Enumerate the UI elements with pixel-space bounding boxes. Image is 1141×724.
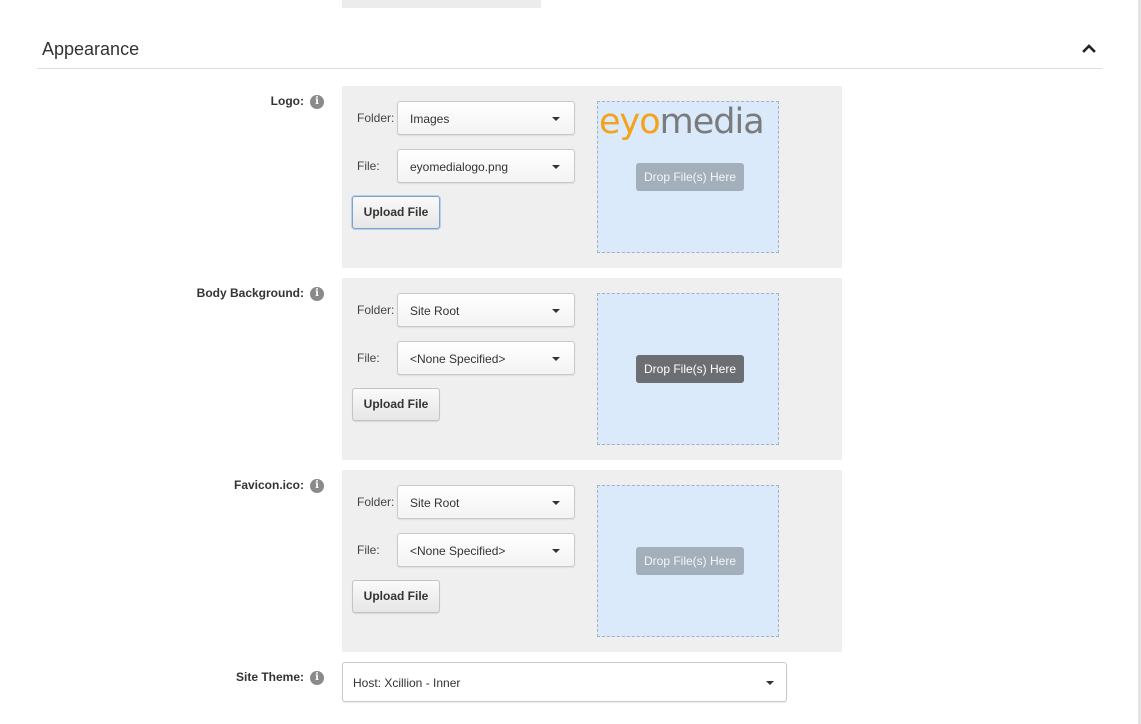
logo-folder-select[interactable]: Images: [397, 101, 575, 135]
favicon-file-select[interactable]: <None Specified>: [397, 533, 575, 567]
logo-file-label: File:: [357, 159, 380, 173]
favicon-folder-label: Folder:: [357, 495, 395, 509]
logo-upload-button[interactable]: Upload File: [352, 196, 440, 229]
favicon-file-value: <None Specified>: [410, 544, 506, 558]
favicon-folder-select[interactable]: Site Root: [397, 485, 575, 519]
favicon-folder-value: Site Root: [410, 496, 460, 510]
body-background-drop-files-button[interactable]: Drop File(s) Here: [636, 355, 744, 383]
logo-folder-value: Images: [410, 112, 450, 126]
logo-folder-label: Folder:: [357, 111, 395, 125]
body-background-dropzone[interactable]: Drop File(s) Here: [597, 293, 779, 445]
previous-field-stub: [342, 0, 541, 8]
logo-file-select[interactable]: eyomedialogo.png: [397, 149, 575, 183]
logo-panel: Folder: Images File: eyomedialogo.png Up…: [342, 86, 842, 268]
body-background-file-value: <None Specified>: [410, 352, 506, 366]
info-icon[interactable]: i: [310, 671, 324, 685]
info-icon[interactable]: i: [310, 479, 324, 493]
caret-down-icon: [552, 501, 560, 505]
chevron-up-icon[interactable]: [1082, 41, 1096, 55]
body-background-file-label: File:: [357, 351, 380, 365]
logo-label: Logo:: [270, 94, 304, 108]
caret-down-icon: [552, 309, 560, 313]
body-background-panel: Folder: Site Root File: <None Specified>…: [342, 278, 842, 460]
caret-down-icon: [552, 549, 560, 553]
favicon-dropzone[interactable]: Drop File(s) Here: [597, 485, 779, 637]
appearance-section-header[interactable]: Appearance: [37, 30, 1102, 69]
eyomedia-logo-preview: eyomedia: [599, 102, 765, 142]
body-background-folder-select[interactable]: Site Root: [397, 293, 575, 327]
caret-down-icon: [766, 681, 774, 685]
caret-down-icon: [552, 117, 560, 121]
favicon-upload-button[interactable]: Upload File: [352, 580, 440, 613]
info-icon[interactable]: i: [310, 287, 324, 301]
info-icon[interactable]: i: [310, 95, 324, 109]
body-background-folder-label: Folder:: [357, 303, 395, 317]
logo-file-value: eyomedialogo.png: [410, 160, 509, 174]
section-title: Appearance: [42, 39, 140, 59]
site-theme-select[interactable]: Host: Xcillion - Inner: [342, 662, 787, 702]
body-background-folder-value: Site Root: [410, 304, 460, 318]
site-theme-label: Site Theme:: [235, 670, 304, 684]
caret-down-icon: [552, 357, 560, 361]
logo-dropzone[interactable]: eyomedia Drop File(s) Here: [597, 101, 779, 253]
favicon-file-label: File:: [357, 543, 380, 557]
caret-down-icon: [552, 165, 560, 169]
favicon-label: Favicon.ico:: [233, 478, 304, 492]
body-background-upload-button[interactable]: Upload File: [352, 388, 440, 421]
logo-drop-files-button[interactable]: Drop File(s) Here: [636, 163, 744, 191]
body-background-label: Body Background:: [196, 286, 304, 300]
site-theme-value: Host: Xcillion - Inner: [353, 676, 461, 690]
favicon-drop-files-button[interactable]: Drop File(s) Here: [636, 547, 744, 575]
body-background-file-select[interactable]: <None Specified>: [397, 341, 575, 375]
favicon-panel: Folder: Site Root File: <None Specified>…: [342, 470, 842, 652]
